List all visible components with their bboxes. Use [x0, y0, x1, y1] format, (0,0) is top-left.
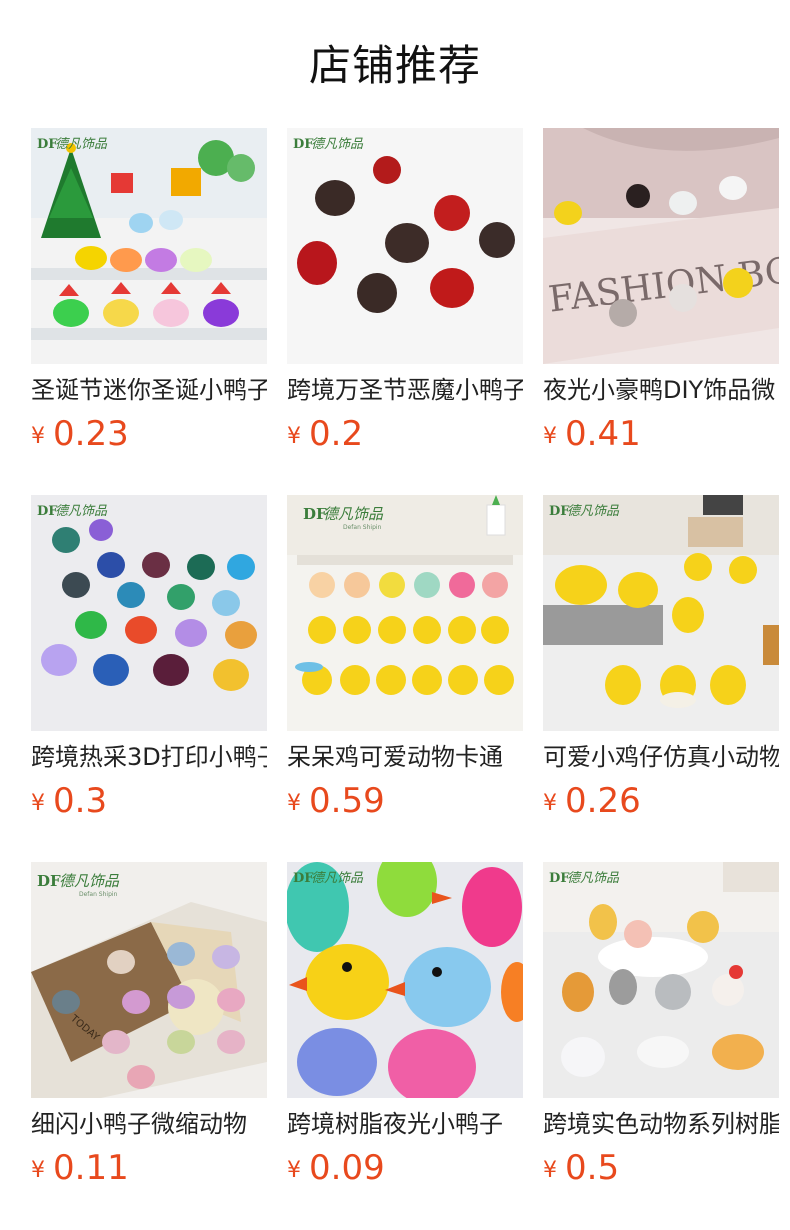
product-price: ¥0.3 — [31, 779, 107, 823]
svg-text:DF: DF — [37, 872, 61, 890]
currency-symbol: ¥ — [31, 424, 45, 449]
product-image[interactable]: FASHION BO — [543, 128, 779, 364]
currency-symbol: ¥ — [543, 1158, 557, 1183]
svg-text:Defan Shipin: Defan Shipin — [343, 524, 382, 531]
product-name[interactable]: 跨境实色动物系列树脂 — [543, 1108, 779, 1140]
product-name[interactable]: 呆呆鸡可爱动物卡通 — [287, 741, 523, 773]
product-name[interactable]: 夜光小豪鸭DIY饰品微 — [543, 374, 779, 406]
product-image[interactable]: DF 德凡饰品 — [31, 495, 267, 731]
price-value: 0.11 — [53, 1148, 129, 1188]
currency-symbol: ¥ — [287, 1158, 301, 1183]
product-card[interactable]: DF 德凡饰品 跨境万圣节恶魔小鸭子 ¥0.2 — [287, 128, 523, 458]
product-card[interactable]: DF 德凡饰品 跨境热采3D打印小鸭子 ¥0.3 — [31, 495, 267, 825]
svg-text:德凡饰品: 德凡饰品 — [311, 137, 364, 152]
currency-symbol: ¥ — [31, 791, 45, 816]
product-price: ¥0.26 — [543, 779, 641, 823]
price-value: 0.3 — [53, 781, 108, 821]
svg-text:德凡饰品: 德凡饰品 — [311, 871, 364, 886]
product-image[interactable]: DF 德凡饰品 Defan Shipin — [287, 495, 523, 731]
section-title: 店铺推荐 — [308, 41, 481, 90]
product-image[interactable]: DF 德凡饰品 — [287, 128, 523, 364]
price-value: 0.5 — [565, 1148, 620, 1188]
product-name[interactable]: 跨境万圣节恶魔小鸭子 — [287, 374, 523, 406]
currency-symbol: ¥ — [543, 791, 557, 816]
price-value: 0.2 — [309, 414, 364, 454]
product-image[interactable]: TODAY DF 德凡饰品 Defan Shipin — [31, 862, 267, 1098]
product-card[interactable]: TODAY DF 德凡饰品 Defan Shipin 细闪小鸭子微缩动物 ¥0.… — [31, 862, 267, 1192]
product-price: ¥0.2 — [287, 412, 363, 456]
svg-text:德凡饰品: 德凡饰品 — [55, 137, 108, 152]
product-card[interactable]: DF 德凡饰品 跨境树脂夜光小鸭子 ¥0.09 — [287, 862, 523, 1192]
price-value: 0.41 — [565, 414, 641, 454]
svg-text:德凡饰品: 德凡饰品 — [55, 504, 108, 519]
product-name[interactable]: 跨境热采3D打印小鸭子 — [31, 741, 267, 773]
currency-symbol: ¥ — [31, 1158, 45, 1183]
price-value: 0.59 — [309, 781, 385, 821]
product-image[interactable]: DF 德凡饰品 — [543, 862, 779, 1098]
product-name[interactable]: 跨境树脂夜光小鸭子 — [287, 1108, 523, 1140]
product-price: ¥0.59 — [287, 779, 385, 823]
svg-text:德凡饰品: 德凡饰品 — [567, 504, 620, 519]
product-card[interactable]: DF 德凡饰品 Defan Shipin 呆呆鸡可爱动物卡通 ¥0.59 — [287, 495, 523, 825]
product-price: ¥0.11 — [31, 1146, 129, 1190]
product-card[interactable]: DF 德凡饰品 跨境实色动物系列树脂 ¥0.5 — [543, 862, 779, 1192]
currency-symbol: ¥ — [287, 424, 301, 449]
price-value: 0.23 — [53, 414, 129, 454]
product-image[interactable]: DF 德凡饰品 — [31, 128, 267, 364]
product-price: ¥0.5 — [543, 1146, 619, 1190]
currency-symbol: ¥ — [287, 791, 301, 816]
svg-text:德凡饰品: 德凡饰品 — [567, 871, 620, 886]
svg-text:德凡饰品: 德凡饰品 — [323, 505, 384, 523]
svg-text:Defan Shipin: Defan Shipin — [79, 891, 118, 898]
product-name[interactable]: 可爱小鸡仔仿真小动物 — [543, 741, 779, 773]
product-image[interactable]: DF 德凡饰品 — [543, 495, 779, 731]
price-value: 0.26 — [565, 781, 641, 821]
svg-text:德凡饰品: 德凡饰品 — [59, 872, 120, 890]
product-price: ¥0.41 — [543, 412, 641, 456]
price-value: 0.09 — [309, 1148, 385, 1188]
currency-symbol: ¥ — [543, 424, 557, 449]
product-grid: DF 德凡饰品 圣诞节迷你圣诞小鸭子 ¥0.23 DF 德凡饰品 跨境万圣节恶魔… — [31, 128, 790, 1218]
product-name[interactable]: 圣诞节迷你圣诞小鸭子 — [31, 374, 267, 406]
product-price: ¥0.23 — [31, 412, 129, 456]
product-card[interactable]: FASHION BO 夜光小豪鸭DIY饰品微 ¥0.41 — [543, 128, 779, 458]
product-price: ¥0.09 — [287, 1146, 385, 1190]
product-name[interactable]: 细闪小鸭子微缩动物 — [31, 1108, 267, 1140]
product-card[interactable]: DF 德凡饰品 圣诞节迷你圣诞小鸭子 ¥0.23 — [31, 128, 267, 458]
product-image[interactable]: DF 德凡饰品 — [287, 862, 523, 1098]
product-card[interactable]: DF 德凡饰品 可爱小鸡仔仿真小动物 ¥0.26 — [543, 495, 779, 825]
